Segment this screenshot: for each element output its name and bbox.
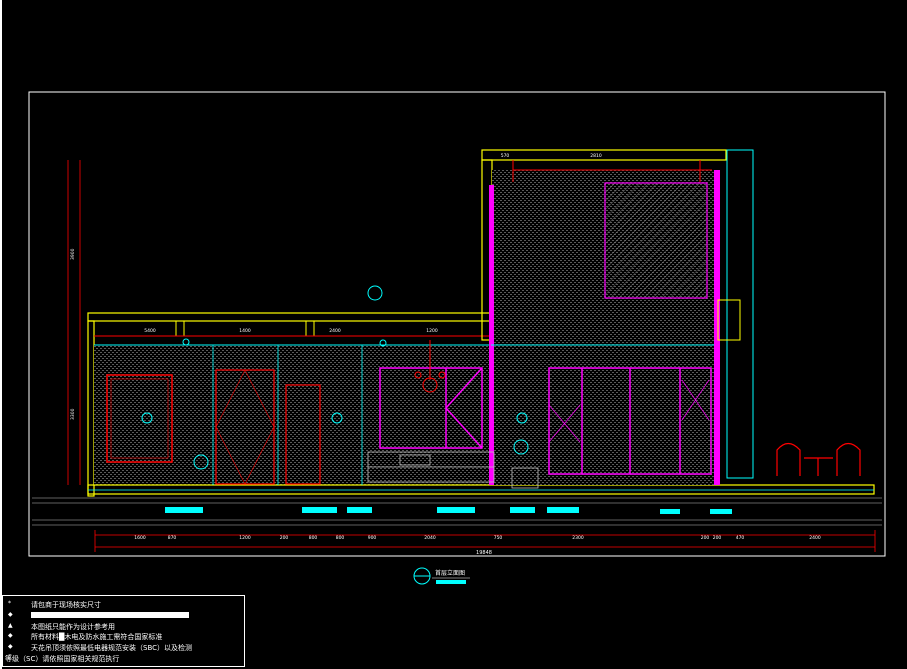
dim-bottom-label: 870 bbox=[168, 535, 177, 541]
note-text: 请包商于现场核实尺寸 bbox=[31, 601, 101, 609]
dim-top-label: 1200 bbox=[426, 328, 438, 334]
dim-bottom-label: 200 bbox=[280, 535, 289, 541]
cad-drawing-canvas[interactable]: 19848 首层立面图 1600 870 1200 200 800 800 900 2040 7… bbox=[0, 0, 907, 669]
dim-bottom-label: 470 bbox=[736, 535, 745, 541]
dim-top-label: 1400 bbox=[239, 328, 251, 334]
dim-bottom-label: 2300 bbox=[572, 535, 584, 541]
dim-overall: 19848 bbox=[476, 550, 492, 556]
redacted-block bbox=[31, 612, 189, 618]
note-text: 所有材料█木电及防水施工需符合国家标准 bbox=[31, 633, 163, 641]
dim-bottom-label: 2040 bbox=[424, 535, 436, 541]
dim-bottom-label: 900 bbox=[368, 535, 377, 541]
dim-bottom-label: 1200 bbox=[239, 535, 251, 541]
dim-left-label: 3900 bbox=[70, 248, 76, 260]
dim-top-label: 2810 bbox=[590, 153, 602, 159]
note-bullet: ◆ bbox=[8, 643, 13, 650]
dim-bottom-label: 800 bbox=[309, 535, 318, 541]
dim-bottom-label: 200 bbox=[701, 535, 710, 541]
low-facade bbox=[87, 312, 875, 497]
note-text: 本图纸只能作为设计参考用 bbox=[31, 623, 115, 631]
drawing-title-text: 首层立面图 bbox=[435, 569, 465, 577]
dim-bottom-label: 1600 bbox=[134, 535, 146, 541]
note-bullet: ▲ bbox=[8, 622, 13, 629]
dim-bottom-label: 200 bbox=[713, 535, 722, 541]
dim-bottom-label: 750 bbox=[494, 535, 503, 541]
outdoor-chairs bbox=[776, 442, 861, 476]
dim-bottom-label: 800 bbox=[336, 535, 345, 541]
note-bullet: * bbox=[8, 600, 11, 607]
note-bullet: ◆ bbox=[8, 632, 13, 639]
dim-top-label: 5400 bbox=[144, 328, 156, 334]
bottom-tags bbox=[165, 507, 732, 514]
dim-top-label: 570 bbox=[501, 153, 510, 159]
drawing-frame bbox=[28, 91, 886, 557]
dim-bottom-label: 2400 bbox=[809, 535, 821, 541]
dim-left-label: 3300 bbox=[70, 408, 76, 420]
tall-facade bbox=[481, 149, 754, 485]
note-text: 等级（SC）请依照国家相关规范执行 bbox=[5, 655, 120, 663]
notes-panel: * 请包商于现场核实尺寸 ◆ ▲ 本图纸只能作为设计参考用 ◆ 所有材料█木电及… bbox=[2, 595, 245, 667]
note-text: 天花吊顶须依照最低电器规范安装（SBC）以及检测 bbox=[31, 644, 193, 652]
note-bullet: ◆ bbox=[8, 611, 13, 618]
dim-top-label: 2400 bbox=[329, 328, 341, 334]
